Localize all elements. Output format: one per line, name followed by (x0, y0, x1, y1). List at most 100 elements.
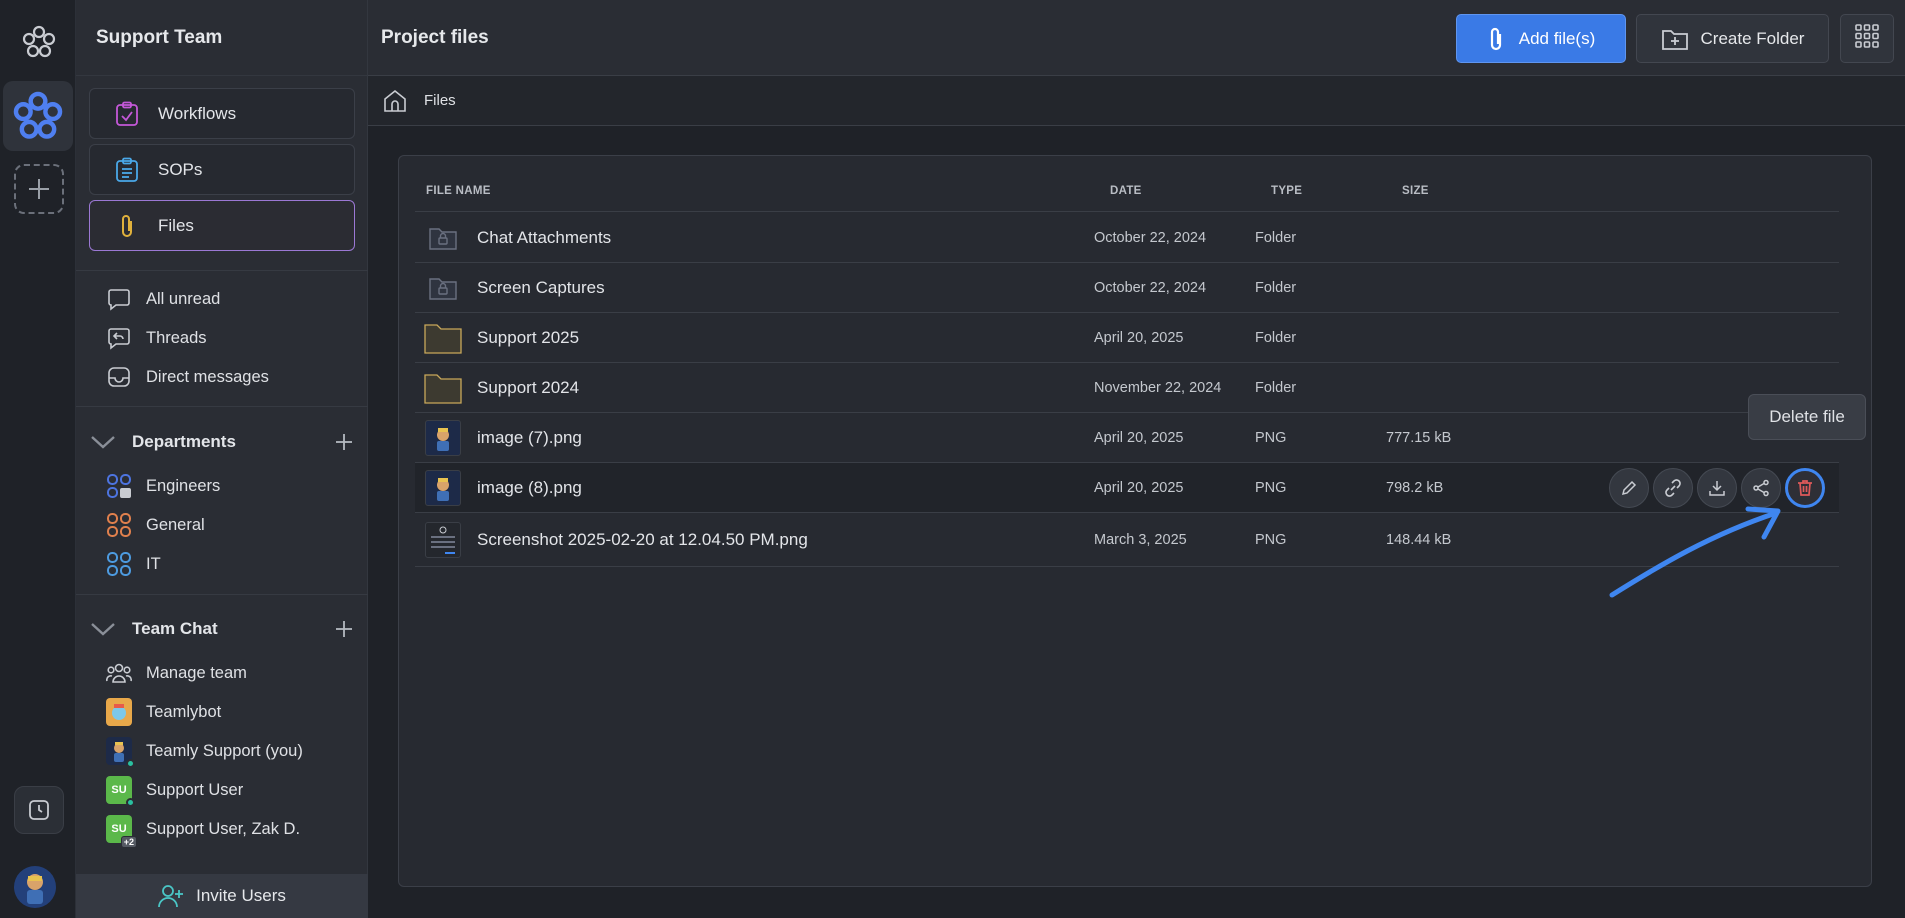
nav-label: SOPs (158, 159, 203, 179)
department-general-icon (106, 512, 132, 538)
breadcrumb-current[interactable]: Files (424, 92, 456, 109)
column-date[interactable]: DATE (1110, 185, 1142, 197)
breadcrumb: Files (368, 76, 1905, 126)
sidebar-item-label: Teamly Support (you) (146, 741, 303, 760)
bot-avatar (106, 698, 132, 726)
column-file-name[interactable]: FILE NAME (426, 185, 491, 197)
locked-folder-icon (423, 218, 463, 258)
folder-icon (423, 368, 463, 408)
user-avatar: SU (106, 776, 135, 807)
add-team-button[interactable] (14, 164, 64, 214)
file-name: Screenshot 2025-02-20 at 12.04.50 PM.png (477, 529, 808, 549)
table-row[interactable]: Chat Attachments October 22, 2024 Folder (415, 213, 1839, 263)
sidebar-item-label: Threads (146, 328, 207, 347)
sidebar-item-direct-messages[interactable]: Direct messages (106, 362, 269, 392)
user-avatar[interactable] (14, 866, 56, 908)
section-title: Team Chat (132, 619, 218, 638)
sidebar-item-all-unread[interactable]: All unread (106, 284, 220, 314)
column-size[interactable]: SIZE (1402, 185, 1429, 197)
file-type: Folder (1255, 379, 1297, 396)
folder-icon (423, 318, 463, 358)
create-folder-button[interactable]: Create Folder (1636, 14, 1829, 63)
sidebar-item-manage-team[interactable]: Manage team (106, 658, 247, 688)
file-date: October 22, 2024 (1094, 279, 1207, 296)
avatar-initials: SU (111, 784, 127, 796)
nav-sops[interactable]: SOPs (89, 144, 355, 195)
group-avatar: SU +2 (106, 815, 137, 848)
online-status-dot (126, 798, 135, 807)
table-row[interactable]: Screen Captures October 22, 2024 Folder (415, 263, 1839, 313)
screenshot-thumbnail (423, 520, 463, 560)
file-date: April 20, 2025 (1094, 479, 1184, 496)
trash-icon (1798, 480, 1812, 496)
column-type[interactable]: TYPE (1271, 185, 1302, 197)
folder-plus-icon (1661, 27, 1689, 51)
departments-section-header[interactable]: Departments (90, 427, 354, 457)
file-size: 798.2 kB (1386, 479, 1444, 496)
file-size: 777.15 kB (1386, 429, 1452, 446)
sidebar-item-it[interactable]: IT (106, 549, 161, 579)
file-date: April 20, 2025 (1094, 329, 1184, 346)
divider (76, 75, 368, 76)
app-logo-icon[interactable] (19, 22, 59, 62)
file-date: October 22, 2024 (1094, 229, 1207, 246)
annotation-arrow-icon (1609, 506, 1781, 598)
sidebar-item-teamlybot[interactable]: Teamlybot (106, 697, 221, 727)
file-size: 148.44 kB (1386, 531, 1452, 548)
grid-view-button[interactable] (1840, 14, 1894, 63)
sidebar-item-threads[interactable]: Threads (106, 323, 207, 353)
file-name: Screen Captures (477, 277, 605, 297)
file-type: PNG (1255, 429, 1287, 446)
sidebar-item-support-user[interactable]: SU Support User (106, 775, 243, 807)
sidebar-item-label: General (146, 515, 205, 534)
avatar: SU +2 (106, 815, 137, 848)
page-title: Project files (381, 27, 489, 48)
nav-workflows[interactable]: Workflows (89, 88, 355, 139)
sidebar-item-label: Engineers (146, 476, 221, 495)
file-type: PNG (1255, 531, 1287, 548)
team-chat-section-header[interactable]: Team Chat (90, 614, 354, 644)
file-name: Chat Attachments (477, 227, 612, 247)
table-row[interactable]: image (7).png April 20, 2025 PNG 777.15 … (415, 413, 1839, 463)
home-icon[interactable] (381, 87, 409, 115)
chevron-down-icon (90, 621, 116, 637)
image-thumbnail (423, 418, 463, 458)
add-chat-icon[interactable] (334, 619, 354, 639)
button-label: Create Folder (1700, 28, 1805, 48)
file-type: Folder (1255, 279, 1297, 296)
inbox-icon (106, 364, 132, 390)
add-files-button[interactable]: Add file(s) (1456, 14, 1626, 63)
sidebar-item-label: Direct messages (146, 367, 269, 386)
avatar: SU (106, 776, 135, 807)
table-row[interactable]: Support 2025 April 20, 2025 Folder (415, 313, 1839, 363)
top-bar: Project files Add file(s) Create Folder (368, 0, 1905, 76)
nav-label: Workflows (158, 103, 237, 123)
file-date: April 20, 2025 (1094, 429, 1184, 446)
table-header: FILE NAME DATE TYPE SIZE (415, 170, 1839, 212)
team-switcher-button[interactable] (3, 81, 73, 151)
locked-folder-icon (423, 268, 463, 308)
sidebar-item-group-chat[interactable]: SU +2 Support User, Zak D. (106, 814, 300, 848)
grid-icon (1854, 23, 1880, 54)
divider (76, 270, 368, 271)
file-name: image (7).png (477, 427, 582, 447)
add-department-icon[interactable] (334, 432, 354, 452)
sidebar-item-general[interactable]: General (106, 510, 205, 540)
department-engineers-icon (106, 473, 132, 499)
sidebar-item-engineers[interactable]: Engineers (106, 471, 220, 501)
invite-users-button[interactable]: Invite Users (76, 874, 368, 918)
file-type: PNG (1255, 479, 1287, 496)
chat-bubble-icon (106, 286, 132, 312)
invite-label: Invite Users (196, 886, 286, 905)
divider (76, 406, 368, 407)
nav-files[interactable]: Files (89, 200, 355, 251)
delete-file-button[interactable] (1785, 468, 1825, 508)
sidebar-item-teamly-support[interactable]: Teamly Support (you) (106, 736, 303, 768)
avatar (106, 737, 135, 768)
file-date: March 3, 2025 (1094, 531, 1187, 548)
clock-icon[interactable] (14, 786, 64, 834)
file-date: November 22, 2024 (1094, 379, 1222, 396)
sidebar: Support Team Workflows SOPs Files All un… (76, 0, 368, 918)
table-row[interactable]: Support 2024 November 22, 2024 Folder (415, 363, 1839, 413)
sidebar-item-label: IT (146, 554, 161, 573)
